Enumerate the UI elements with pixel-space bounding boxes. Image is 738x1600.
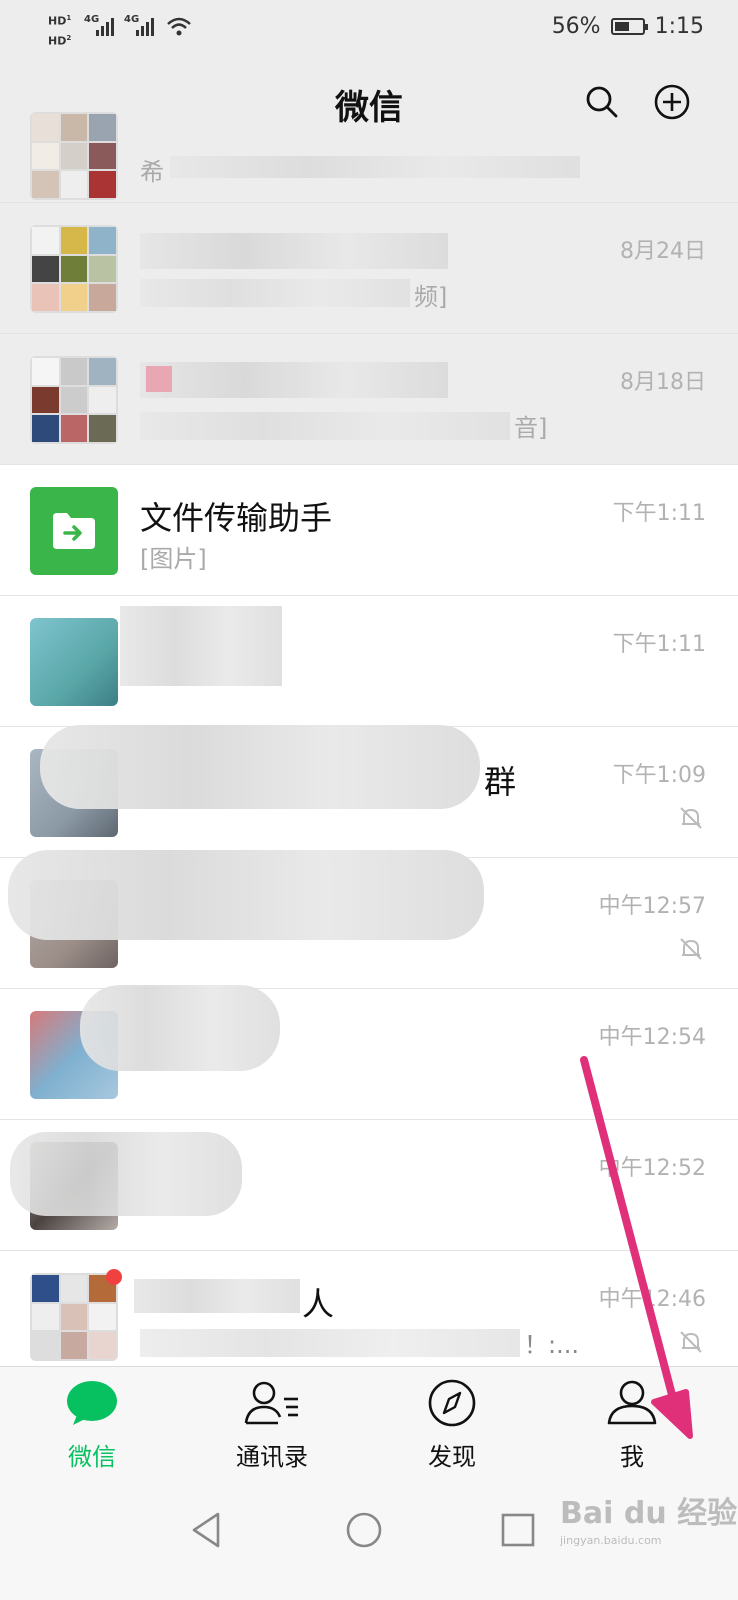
- chat-row[interactable]: 下午1:11: [0, 596, 738, 727]
- chat-row[interactable]: 中午12:57: [0, 850, 738, 989]
- battery-fill: [614, 22, 630, 31]
- hd1-label: HD: [48, 14, 67, 28]
- hd-indicators: HD1 HD2: [48, 14, 72, 48]
- watermark-sub: jingyan.baidu.com: [560, 1534, 662, 1547]
- blurred-preview: [140, 412, 510, 440]
- chat-bubble-icon: [67, 1381, 117, 1425]
- chat-name: 人: [302, 1285, 335, 1323]
- chat-row[interactable]: 频] 8月24日: [0, 203, 738, 334]
- status-right: 56% 1:15: [552, 14, 704, 39]
- group-avatar: [30, 112, 118, 200]
- plus-circle-icon[interactable]: [654, 84, 690, 120]
- chat-row[interactable]: 中午12:54: [0, 985, 738, 1120]
- chat-row[interactable]: 音] 8月18日: [0, 334, 738, 465]
- avatar: [30, 618, 118, 706]
- blurred-preview: [140, 279, 410, 307]
- wifi-icon: [167, 17, 191, 36]
- chat-name: 文件传输助手: [140, 499, 333, 537]
- blurred-name: [134, 1279, 300, 1313]
- chat-time: 中午12:54: [598, 1025, 706, 1050]
- chat-time: 中午12:57: [598, 894, 706, 919]
- chat-row[interactable]: 中午12:52: [0, 1120, 738, 1251]
- chat-time: 8月24日: [620, 239, 706, 264]
- unread-dot: [106, 1269, 122, 1285]
- signal-icon: [136, 12, 154, 36]
- tab-contacts[interactable]: 通讯录: [192, 1379, 352, 1472]
- compass-icon: [428, 1379, 476, 1427]
- chat-row[interactable]: 人 ！:... 中午12:46: [0, 1251, 738, 1382]
- chat-preview: 音]: [514, 414, 548, 442]
- chat-preview: 频]: [414, 283, 448, 311]
- watermark-main: Bai du 经验: [560, 1496, 738, 1531]
- chat-time: 下午1:09: [612, 763, 706, 788]
- blurred-name: [80, 985, 280, 1071]
- chat-name: 群: [484, 763, 517, 801]
- blurred-name: [120, 606, 282, 686]
- file-transfer-avatar: [30, 487, 118, 575]
- search-icon[interactable]: [584, 84, 620, 120]
- status-bar: HD1 HD2 4G 4G 56% 1:15: [0, 0, 738, 62]
- folder-arrow-icon: [53, 513, 95, 549]
- blurred-emoji: [146, 366, 172, 392]
- person-icon: [607, 1380, 657, 1425]
- tab-label: 微信: [68, 1443, 116, 1471]
- chat-preview: ！:...: [524, 1331, 579, 1359]
- blurred-name: [40, 725, 480, 809]
- hd2-label: HD: [48, 34, 67, 48]
- recents-icon[interactable]: [498, 1510, 538, 1550]
- tab-label: 通讯录: [236, 1443, 308, 1471]
- battery-icon: [610, 18, 648, 35]
- mute-bell-icon: [680, 807, 702, 829]
- blurred-name: [8, 850, 484, 940]
- blurred-name: [140, 362, 448, 398]
- group-avatar: [30, 1273, 118, 1361]
- chat-list: 希 频] 8月24日 音] 8月18日 文件传输助手 [图片] 下午1:11 下…: [0, 112, 738, 1382]
- blurred-name: [10, 1132, 242, 1216]
- group-avatar: [30, 356, 118, 444]
- tab-label: 发现: [428, 1443, 476, 1471]
- chat-row-file-transfer[interactable]: 文件传输助手 [图片] 下午1:11: [0, 465, 738, 596]
- signal-icon: [96, 12, 114, 36]
- clock: 1:15: [654, 14, 704, 39]
- blurred-name: [140, 233, 448, 269]
- chat-time: 中午12:52: [598, 1156, 706, 1181]
- back-icon[interactable]: [188, 1510, 224, 1550]
- mute-bell-icon: [680, 938, 702, 960]
- group-avatar: [30, 225, 118, 313]
- chat-row[interactable]: 希: [0, 112, 738, 203]
- contacts-icon: [244, 1381, 298, 1425]
- blurred-preview: [140, 1329, 520, 1357]
- tab-label: 我: [620, 1443, 644, 1471]
- tab-me[interactable]: 我: [552, 1379, 712, 1472]
- tab-bar: 微信 通讯录 发现 我: [0, 1366, 738, 1479]
- blurred-text: [170, 156, 580, 178]
- tab-chats[interactable]: 微信: [12, 1379, 172, 1472]
- chat-time: 下午1:11: [612, 501, 706, 526]
- chat-preview: 希: [140, 158, 164, 186]
- baidu-watermark: Bai du 经验 jingyan.baidu.com: [560, 1488, 737, 1547]
- chat-preview: [图片]: [140, 545, 207, 573]
- home-icon[interactable]: [344, 1510, 384, 1550]
- tab-discover[interactable]: 发现: [372, 1379, 532, 1472]
- chat-time: 下午1:11: [612, 632, 706, 657]
- mute-bell-icon: [680, 1331, 702, 1353]
- chat-row[interactable]: 群 下午1:09: [0, 725, 738, 858]
- chat-time: 中午12:46: [598, 1287, 706, 1312]
- battery-percent: 56%: [551, 14, 601, 39]
- chat-time: 8月18日: [620, 370, 706, 395]
